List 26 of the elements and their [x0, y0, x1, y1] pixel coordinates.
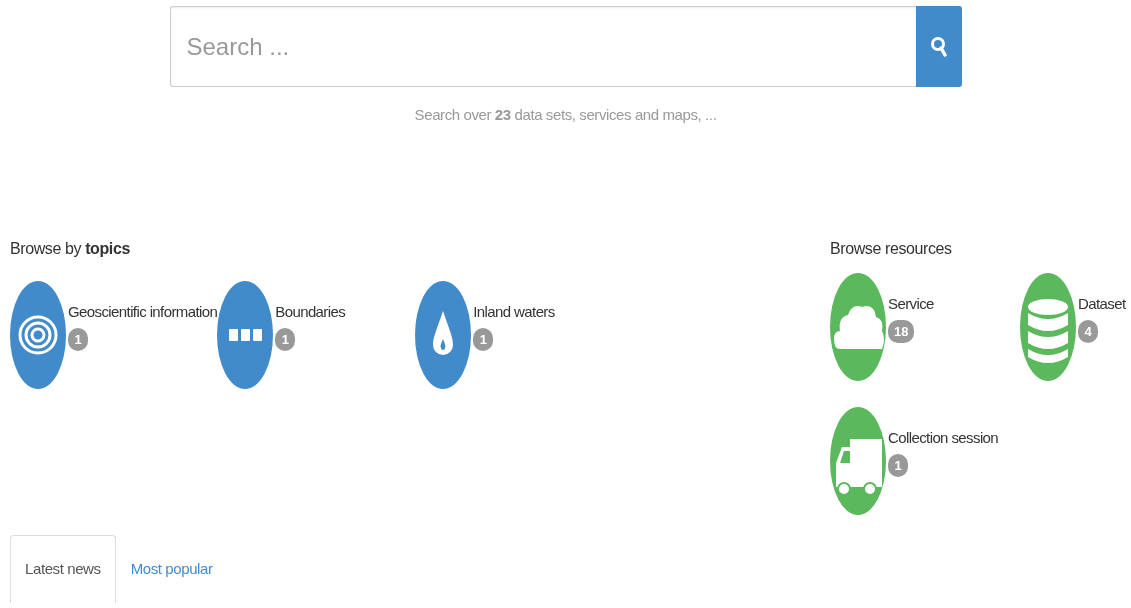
water-drop-icon	[415, 281, 472, 389]
database-icon	[1020, 273, 1076, 381]
cloud-icon	[830, 273, 886, 381]
tab[interactable]: Latest news	[10, 535, 116, 603]
search-field[interactable]: Search ...	[169, 6, 916, 87]
item-link[interactable]: Dataset	[1078, 293, 1126, 316]
truck-icon	[830, 407, 886, 515]
item-link[interactable]: Inland waters	[473, 301, 555, 324]
section-heading: Browse resources	[830, 239, 953, 259]
section-heading: Browse by topics	[10, 239, 131, 259]
tab[interactable]: Most popular	[115, 535, 228, 603]
count-badge: 1	[68, 327, 88, 351]
item-link[interactable]: Service	[888, 293, 934, 316]
item-link[interactable]: Geoscientific information	[68, 301, 218, 324]
search-icon	[929, 35, 948, 58]
target-icon	[10, 281, 66, 389]
search-hint: Search over 23 data sets, services and maps, ...	[413, 105, 718, 124]
count-badge: 4	[1078, 319, 1098, 343]
search-button[interactable]	[915, 6, 962, 87]
count-badge: 1	[888, 453, 908, 477]
count-badge: 1	[275, 327, 296, 351]
ellipsis-icon	[217, 281, 274, 389]
item-link[interactable]: Collection session	[888, 427, 999, 450]
count-badge: 1	[473, 327, 494, 351]
count-badge: 18	[888, 319, 915, 343]
item-link[interactable]: Boundaries	[275, 301, 346, 324]
